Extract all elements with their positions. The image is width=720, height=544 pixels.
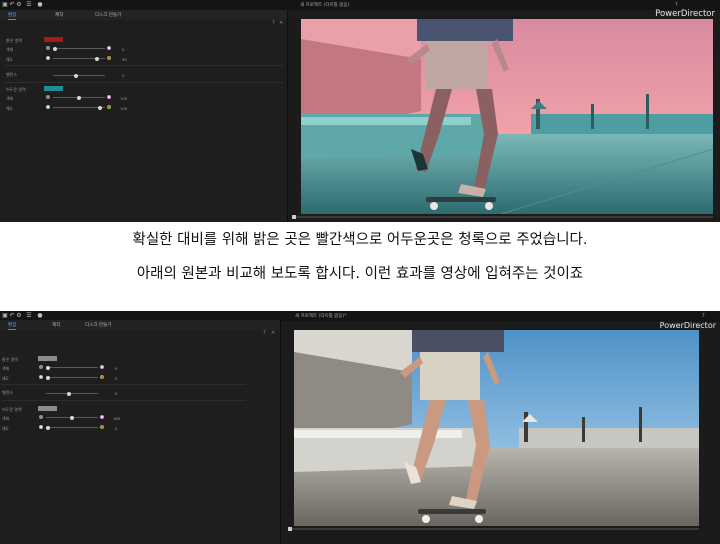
hue-high-icon bbox=[100, 365, 104, 369]
settings-icon[interactable]: ⚙ bbox=[16, 313, 22, 319]
panel-help-icon[interactable]: ? bbox=[272, 20, 275, 26]
sat-low-icon bbox=[46, 56, 50, 60]
sat-high-icon bbox=[107, 105, 111, 109]
tab-create-disc[interactable]: 디스크 만들기 bbox=[95, 12, 121, 18]
highlight-hue-value: 0 bbox=[115, 366, 118, 371]
help-icon[interactable]: ? bbox=[675, 2, 678, 8]
highlight-label: 밝은 영역 bbox=[6, 38, 22, 43]
highlight-hue-label: 색채 bbox=[2, 366, 9, 371]
shadow-label: 어두운 영역 bbox=[2, 407, 22, 412]
highlight-hue-slider[interactable] bbox=[53, 46, 105, 51]
hue-low-icon bbox=[39, 415, 43, 419]
mode-tabs: 편집 제작 디스크 만들기 bbox=[0, 10, 287, 20]
undo-icon[interactable]: ↶ bbox=[9, 2, 15, 8]
sat-high-icon bbox=[100, 425, 104, 429]
highlight-sat-slider[interactable] bbox=[46, 375, 98, 380]
shadow-sat-slider[interactable] bbox=[46, 425, 98, 430]
highlight-color-swatch[interactable] bbox=[44, 37, 63, 42]
balance-value: 0 bbox=[115, 391, 118, 396]
shadow-hue-label: 색채 bbox=[2, 416, 9, 421]
balance-label: 밸런스 bbox=[2, 390, 14, 395]
shadow-hue-value: 105 bbox=[120, 96, 128, 101]
tab-edit[interactable]: 편집 bbox=[8, 12, 17, 20]
window-title: 새 프로젝트 (타이틀 없음)* bbox=[295, 314, 347, 319]
balance-value: 0 bbox=[122, 73, 125, 78]
balance-slider[interactable] bbox=[46, 391, 98, 396]
color-split-panel: 편집 제작 디스크 만들기 ? ✕ 밝은 영역 색채 0 채도 95 밸런스 0… bbox=[0, 10, 288, 222]
balance-slider[interactable] bbox=[53, 73, 105, 78]
shadow-sat-slider[interactable] bbox=[53, 105, 105, 110]
highlight-sat-label: 채도 bbox=[6, 57, 13, 62]
timeline-scrubber[interactable] bbox=[292, 215, 713, 219]
user-icon[interactable]: ● bbox=[37, 313, 43, 319]
graded-video-preview bbox=[301, 19, 713, 214]
shadow-sat-value: 100 bbox=[120, 106, 128, 111]
app-icon: ▣ bbox=[2, 1, 8, 8]
settings-icon[interactable]: ⚙ bbox=[16, 2, 22, 8]
window-title: 새 프로젝트 (타이틀 없음) bbox=[300, 3, 350, 8]
timeline-scrubber[interactable] bbox=[288, 527, 699, 531]
brand-label: PowerDirector bbox=[659, 321, 716, 330]
sat-low-icon bbox=[39, 375, 43, 379]
sat-high-icon bbox=[107, 56, 111, 60]
tab-produce[interactable]: 제작 bbox=[52, 322, 60, 328]
caption-line-2: 아래의 원본과 비교해 보도록 합시다. 이런 효과를 영상에 입혀주는 것이죠 bbox=[136, 266, 584, 282]
mode-menu-icon[interactable]: ☰ bbox=[24, 313, 34, 319]
shadow-hue-value: 185 bbox=[113, 416, 121, 421]
highlight-hue-label: 색채 bbox=[6, 47, 13, 52]
skateboarder-graded-frame bbox=[301, 19, 713, 214]
sat-low-icon bbox=[46, 105, 50, 109]
hue-high-icon bbox=[107, 46, 111, 50]
highlight-hue-value: 0 bbox=[122, 47, 125, 52]
skateboarder-original-frame bbox=[294, 330, 699, 526]
hue-high-icon bbox=[107, 95, 111, 99]
hue-low-icon bbox=[39, 365, 43, 369]
shadow-color-swatch[interactable] bbox=[44, 86, 63, 91]
highlight-sat-value: 0 bbox=[115, 376, 118, 381]
balance-label: 밸런스 bbox=[6, 72, 18, 77]
app-icon: ▣ bbox=[2, 312, 8, 319]
tab-create-disc[interactable]: 디스크 만들기 bbox=[85, 322, 111, 328]
brand-label: PowerDirector bbox=[655, 9, 715, 19]
shadow-sat-label: 채도 bbox=[6, 106, 13, 111]
hue-low-icon bbox=[46, 46, 50, 50]
undo-icon[interactable]: ↶ bbox=[9, 313, 15, 319]
tab-produce[interactable]: 제작 bbox=[55, 12, 63, 18]
playhead[interactable] bbox=[288, 527, 292, 531]
help-icon[interactable]: ? bbox=[702, 313, 705, 319]
highlight-label: 밝은 영역 bbox=[2, 357, 18, 362]
highlight-sat-value: 95 bbox=[122, 57, 127, 62]
highlight-sat-label: 채도 bbox=[2, 376, 9, 381]
panel-help-icon[interactable]: ? bbox=[263, 330, 266, 336]
user-icon[interactable]: ● bbox=[37, 2, 43, 8]
color-split-panel: 편집 제작 디스크 만들기 ? ✕ 밝은 영역 색채 0 채도 0 밸런스 0 … bbox=[0, 320, 281, 544]
sat-high-icon bbox=[100, 375, 104, 379]
playhead[interactable] bbox=[292, 215, 296, 219]
mode-menu-icon[interactable]: ☰ bbox=[24, 2, 34, 8]
mode-tabs: 편집 제작 디스크 만들기 bbox=[0, 320, 280, 330]
shadow-color-swatch[interactable] bbox=[38, 406, 57, 411]
title-bar: ▣ ↶ ⚙ ☰ ● 새 프로젝트 (타이틀 없음) ? bbox=[0, 0, 720, 10]
shadow-sat-value: 0 bbox=[115, 426, 118, 431]
caption-line-1: 확실한 대비를 위해 밝은 곳은 빨간색으로 어두운곳은 청록으로 주었습니다. bbox=[132, 232, 588, 248]
tab-edit[interactable]: 편집 bbox=[8, 322, 17, 330]
highlight-sat-slider[interactable] bbox=[53, 56, 105, 61]
shadow-hue-label: 색채 bbox=[6, 96, 13, 101]
hue-high-icon bbox=[100, 415, 104, 419]
graded-editor-screenshot: ▣ ↶ ⚙ ☰ ● 새 프로젝트 (타이틀 없음) ? PowerDirecto… bbox=[0, 0, 720, 222]
shadow-hue-slider[interactable] bbox=[46, 415, 98, 420]
original-editor-screenshot: ▣ ↶ ⚙ ☰ ● 새 프로젝트 (타이틀 없음)* ? PowerDirect… bbox=[0, 311, 720, 544]
panel-close-icon[interactable]: ✕ bbox=[271, 330, 275, 336]
highlight-hue-slider[interactable] bbox=[46, 365, 98, 370]
highlight-color-swatch[interactable] bbox=[38, 356, 57, 361]
hue-low-icon bbox=[46, 95, 50, 99]
sat-low-icon bbox=[39, 425, 43, 429]
original-video-preview bbox=[294, 330, 699, 526]
shadow-hue-slider[interactable] bbox=[53, 95, 105, 100]
shadow-label: 어두운 영역 bbox=[6, 87, 26, 92]
shadow-sat-label: 채도 bbox=[2, 426, 9, 431]
panel-close-icon[interactable]: ✕ bbox=[279, 20, 283, 26]
